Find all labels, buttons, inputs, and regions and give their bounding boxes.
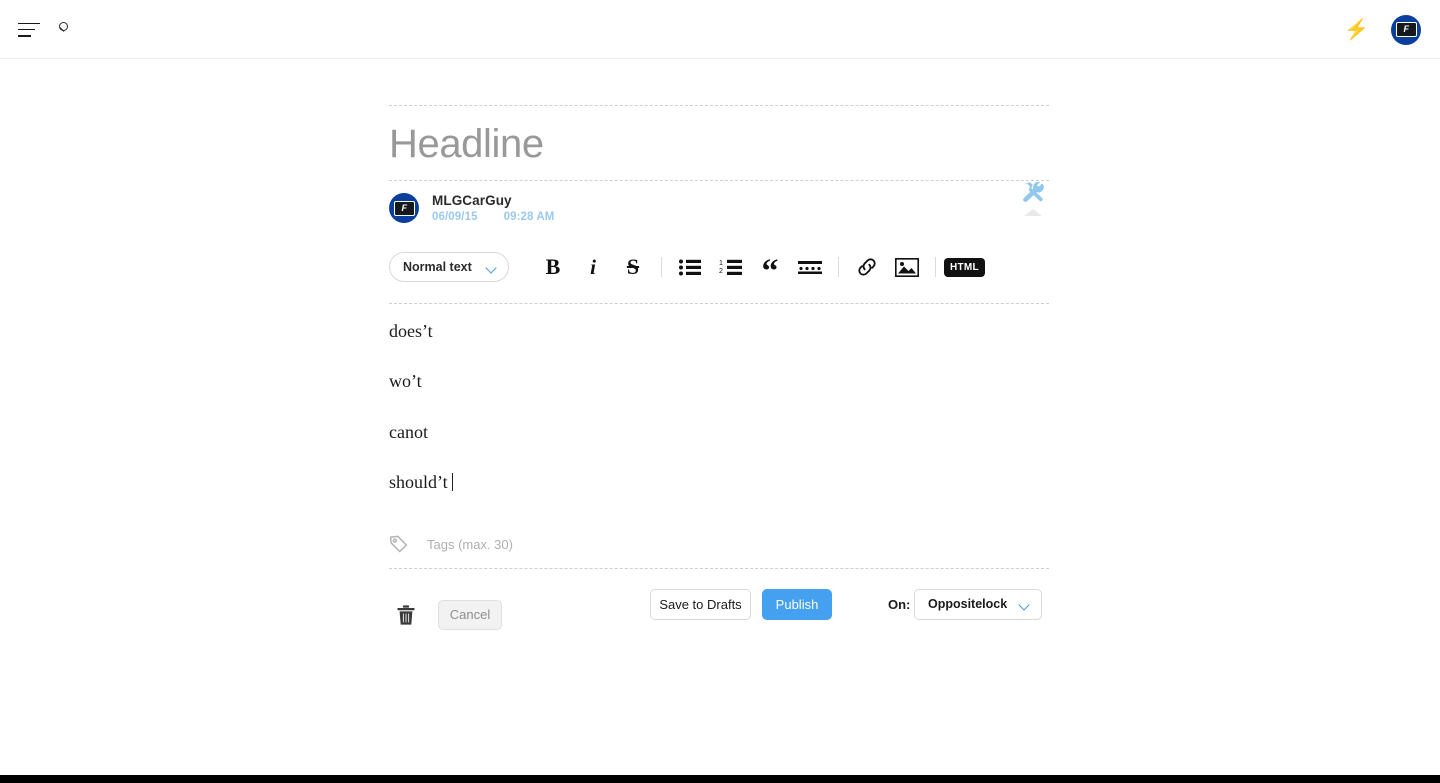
- hamburger-line: [18, 35, 31, 37]
- top-header-bar: ⚡ F: [0, 0, 1440, 59]
- tags-row[interactable]: Tags (max. 30): [389, 523, 1049, 568]
- hamburger-line: [18, 22, 40, 24]
- body-paragraph-active: should’t: [389, 471, 1049, 494]
- chevron-down-icon: [1019, 601, 1030, 608]
- bulleted-list-button[interactable]: [670, 252, 710, 282]
- image-icon: [895, 257, 919, 277]
- body-paragraph: does’t: [389, 321, 433, 341]
- avatar-initial: F: [1403, 24, 1410, 34]
- publish-target-label: On:: [888, 596, 911, 612]
- trash-icon[interactable]: [397, 604, 415, 625]
- bold-button[interactable]: B: [533, 252, 573, 282]
- author-avatar-initial: F: [401, 202, 408, 213]
- numbered-list-icon: 1 2: [719, 259, 742, 275]
- text-cursor: [451, 473, 453, 492]
- toolbar-divider: [935, 257, 936, 277]
- text-style-select-value: Normal text: [403, 260, 472, 274]
- post-time[interactable]: 09:28 AM: [504, 211, 555, 223]
- formatting-toolbar: Normal text B i S 1 2 “ HTML: [389, 233, 1049, 303]
- image-button[interactable]: [887, 252, 927, 282]
- avatar[interactable]: F: [1391, 14, 1421, 45]
- blog-select-value: Oppositelock: [928, 597, 1008, 612]
- bulleted-list-icon: [679, 259, 701, 275]
- chevron-down-icon: [486, 264, 497, 271]
- link-button[interactable]: [847, 252, 887, 282]
- numbered-list-button[interactable]: 1 2: [710, 252, 750, 282]
- author-meta: MLGCarGuy 06/09/15 09:28 AM: [432, 193, 554, 223]
- body-paragraph-text: should’t: [389, 472, 448, 493]
- tag-icon: [389, 535, 408, 552]
- bottom-black-bar: [0, 775, 1440, 783]
- tools-caret-icon: [1024, 209, 1042, 216]
- toolbar-divider: [661, 257, 662, 277]
- tools-toggle-wrapper: [1021, 181, 1045, 216]
- save-to-drafts-button[interactable]: Save to Drafts: [650, 588, 751, 620]
- headline-input[interactable]: Headline: [389, 122, 1049, 166]
- hamburger-line: [18, 28, 35, 31]
- blog-select[interactable]: Oppositelock: [914, 588, 1042, 620]
- divider-button[interactable]: [790, 252, 830, 282]
- horizontal-rule-icon: [798, 261, 822, 274]
- author-avatar-plate: F: [393, 200, 415, 216]
- cancel-button[interactable]: Cancel: [438, 599, 502, 630]
- strikethrough-button[interactable]: S: [613, 252, 653, 282]
- blockquote-button[interactable]: “: [750, 247, 790, 289]
- tools-icon[interactable]: [1021, 181, 1045, 205]
- top-header-right-group: ⚡ F: [1344, 0, 1421, 59]
- tags-input[interactable]: Tags (max. 30): [427, 537, 513, 552]
- text-style-select[interactable]: Normal text: [389, 252, 509, 282]
- lightning-bolt-icon[interactable]: ⚡: [1344, 20, 1369, 40]
- headline-row: Headline: [389, 106, 1049, 180]
- body-paragraph: canot: [389, 421, 428, 442]
- italic-button[interactable]: i: [573, 252, 613, 282]
- editor-actions-bar: Cancel Save to Drafts Publish On: Opposi…: [389, 569, 1049, 641]
- author-row: F MLGCarGuy 06/09/15 09:28 AM: [389, 181, 1049, 233]
- toolbar-divider: [838, 257, 839, 277]
- search-icon[interactable]: [56, 21, 74, 39]
- post-body-editor[interactable]: does’t wo’t canot should’t: [389, 304, 1049, 523]
- top-header-left-group: [18, 0, 74, 59]
- publish-button[interactable]: Publish: [762, 588, 832, 620]
- avatar-plate: F: [1395, 22, 1417, 37]
- svg-text:1: 1: [719, 260, 723, 267]
- svg-text:2: 2: [719, 268, 723, 275]
- post-editor: Headline F MLGCarGuy 06/09/15 09:28 AM N…: [389, 105, 1049, 641]
- link-icon: [858, 258, 876, 276]
- body-paragraph: wo’t: [389, 371, 422, 392]
- author-timestamp: 06/09/15 09:28 AM: [432, 211, 554, 223]
- hamburger-menu-icon[interactable]: [18, 22, 40, 37]
- post-date[interactable]: 06/09/15: [432, 211, 478, 223]
- author-name: MLGCarGuy: [432, 193, 512, 208]
- html-button[interactable]: HTML: [944, 257, 985, 277]
- author-avatar[interactable]: F: [389, 193, 419, 223]
